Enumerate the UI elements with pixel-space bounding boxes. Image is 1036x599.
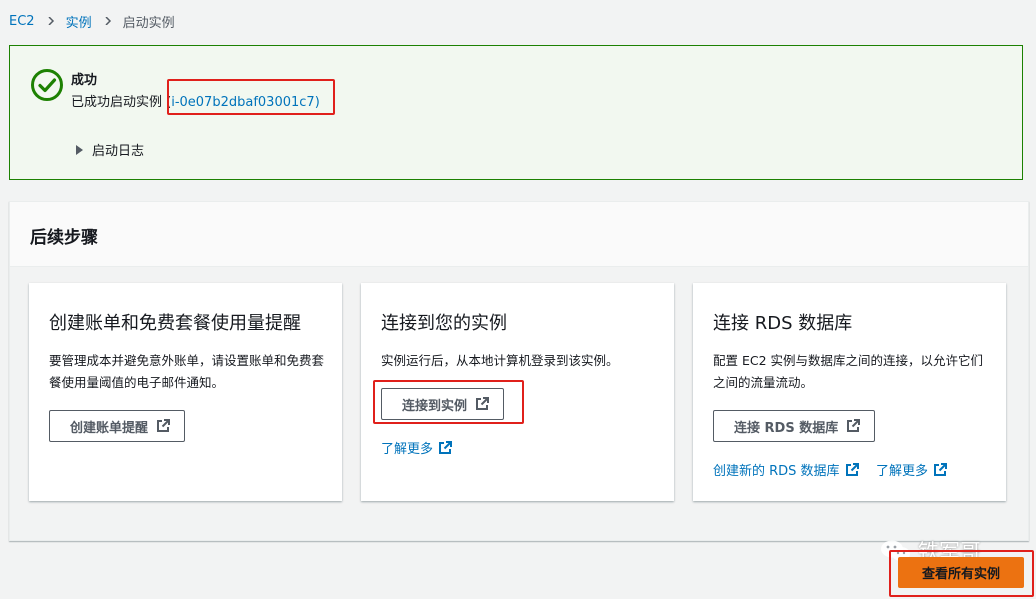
next-steps-body: 创建账单和免费套餐使用量提醒 要管理成本并避免意外账单，请设置账单和免费套餐使用… — [10, 267, 1028, 540]
next-steps-panel: 后续步骤 创建账单和免费套餐使用量提醒 要管理成本并避免意外账单，请设置账单和免… — [9, 201, 1029, 541]
create-billing-alert-button[interactable]: 创建账单提醒 — [49, 410, 186, 442]
connect-button-highlight-box — [373, 380, 524, 424]
connect-instance-card: 连接到您的实例 实例运行后，从本地计算机登录到该实例。 连接到实例 了解更多 — [361, 283, 674, 501]
button-label: 连接 RDS 数据库 — [734, 420, 839, 436]
breadcrumb-current: 启动实例 — [122, 16, 175, 31]
next-steps-title: 后续步骤 — [30, 228, 98, 248]
breadcrumb-instances[interactable]: 实例 — [66, 12, 92, 31]
card-description: 要管理成本并避免意外账单，请设置账单和免费套餐使用量阈值的电子邮件通知。 — [49, 353, 325, 390]
flash-message-prefix: 已成功启动实例 ( — [71, 95, 172, 110]
external-link-icon — [847, 419, 861, 432]
success-check-icon — [31, 69, 63, 101]
connect-rds-card: 连接 RDS 数据库 配置 EC2 实例与数据库之间的连接，以允许它们之间的流量… — [693, 283, 1006, 501]
link-label: 了解更多 — [381, 442, 434, 457]
launch-log-toggle[interactable]: 启动日志 — [76, 140, 144, 159]
flash-title: 成功 — [71, 73, 98, 88]
connect-rds-button[interactable]: 连接 RDS 数据库 — [713, 410, 876, 442]
breadcrumb-ec2[interactable]: EC2 — [9, 14, 35, 29]
card-title: 连接 RDS 数据库 — [713, 313, 853, 334]
breadcrumb: EC2 实例 启动实例 — [9, 12, 175, 31]
chevron-right-icon — [48, 16, 54, 25]
create-rds-link[interactable]: 创建新的 RDS 数据库 — [713, 460, 859, 479]
launch-log-label: 启动日志 — [92, 144, 145, 159]
caret-right-icon — [76, 144, 83, 155]
card-title: 连接到您的实例 — [381, 313, 507, 334]
billing-alert-card: 创建账单和免费套餐使用量提醒 要管理成本并避免意外账单，请设置账单和免费套餐使用… — [29, 283, 342, 501]
external-link-icon — [439, 440, 453, 454]
card-title: 创建账单和免费套餐使用量提醒 — [49, 313, 301, 334]
chevron-right-icon — [105, 16, 111, 25]
instance-id-highlight-box — [167, 79, 335, 115]
external-link-icon — [157, 419, 171, 432]
button-label: 创建账单提醒 — [70, 420, 149, 436]
success-flash: 成功 已成功启动实例 (i-0e07b2dbaf03001c7) 启动日志 — [9, 45, 1023, 180]
link-label: 了解更多 — [876, 464, 929, 479]
external-link-icon — [845, 462, 859, 476]
external-link-icon — [934, 462, 948, 476]
card-description: 配置 EC2 实例与数据库之间的连接，以允许它们之间的流量流动。 — [713, 353, 984, 390]
next-steps-header: 后续步骤 — [10, 202, 1028, 267]
learn-more-link[interactable]: 了解更多 — [381, 438, 453, 457]
card-description: 实例运行后，从本地计算机登录到该实例。 — [381, 353, 619, 368]
learn-more-rds-link[interactable]: 了解更多 — [876, 460, 948, 479]
view-all-highlight-box — [889, 550, 1034, 597]
link-label: 创建新的 RDS 数据库 — [713, 464, 840, 479]
